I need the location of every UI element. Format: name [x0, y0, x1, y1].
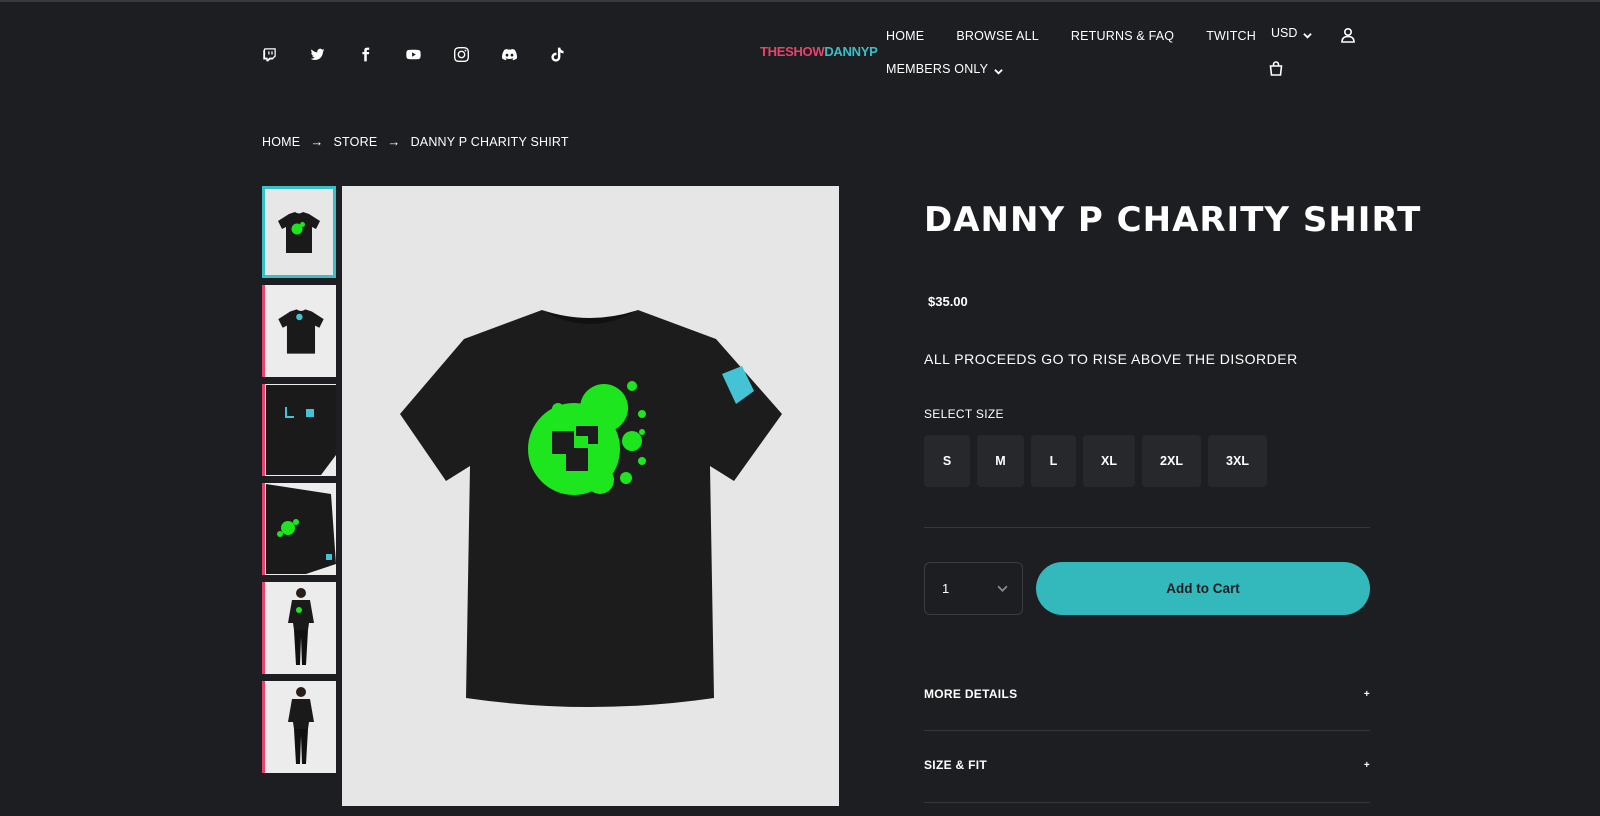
accordion-size-fit[interactable]: SIZE & FIT +	[924, 758, 1370, 772]
cart-icon[interactable]	[1268, 60, 1284, 76]
quantity-value: 1	[942, 581, 950, 596]
breadcrumb-home[interactable]: HOME	[262, 135, 300, 149]
breadcrumb-store[interactable]: STORE	[334, 135, 378, 149]
size-option-m[interactable]: M	[977, 435, 1024, 487]
quantity-select[interactable]: 1	[924, 562, 1023, 615]
social-links	[262, 44, 598, 64]
accordion-more-details[interactable]: MORE DETAILS +	[924, 687, 1370, 701]
product-title: DANNY P CHARITY SHIRT	[924, 200, 1422, 240]
thumbnail-sleeve[interactable]	[262, 384, 336, 476]
divider	[924, 730, 1370, 731]
brand-part-1: THESHOW	[760, 44, 825, 59]
plus-icon: +	[1363, 688, 1370, 700]
instagram-icon[interactable]	[454, 44, 502, 64]
brand-part-2: DANNYP	[824, 44, 878, 59]
nav-twitch[interactable]: TWITCH	[1206, 29, 1256, 43]
divider	[924, 527, 1370, 528]
product-main-image[interactable]	[342, 186, 839, 806]
tiktok-icon[interactable]	[550, 44, 598, 64]
product-description: ALL PROCEEDS GO TO RISE ABOVE THE DISORD…	[924, 351, 1298, 367]
divider	[924, 802, 1370, 803]
discord-icon[interactable]	[502, 44, 550, 64]
breadcrumb: HOME → STORE → DANNY P CHARITY SHIRT	[262, 134, 569, 149]
nav-returns-faq[interactable]: RETURNS & FAQ	[1071, 29, 1174, 43]
youtube-icon[interactable]	[406, 44, 454, 64]
thumbnail-back[interactable]	[262, 285, 336, 377]
breadcrumb-separator: →	[387, 134, 401, 149]
thumbnail-detail[interactable]	[262, 483, 336, 575]
size-option-s[interactable]: S	[924, 435, 970, 487]
breadcrumb-separator: →	[310, 134, 324, 149]
accordion-label: SIZE & FIT	[924, 758, 987, 772]
chevron-down-icon	[1303, 29, 1313, 39]
currency-label: USD	[1271, 26, 1298, 40]
facebook-icon[interactable]	[358, 44, 406, 64]
chevron-down-icon	[994, 65, 1003, 75]
nav-home[interactable]: HOME	[886, 29, 924, 43]
size-label: SELECT SIZE	[924, 407, 1004, 421]
nav-members-only[interactable]: MEMBERS ONLY	[886, 62, 1003, 76]
size-option-2xl[interactable]: 2XL	[1142, 435, 1201, 487]
size-selector: S M L XL 2XL 3XL	[924, 435, 1267, 487]
top-border	[0, 0, 1600, 2]
thumbnail-front[interactable]	[262, 186, 336, 278]
account-icon[interactable]	[1340, 27, 1356, 43]
add-to-cart-button[interactable]: Add to Cart	[1036, 562, 1370, 615]
twitch-icon[interactable]	[262, 44, 310, 64]
main-nav: HOME BROWSE ALL RETURNS & FAQ TWITCH MEM…	[886, 28, 1256, 77]
accordion-label: MORE DETAILS	[924, 687, 1018, 701]
size-option-xl[interactable]: XL	[1083, 435, 1135, 487]
size-option-l[interactable]: L	[1031, 435, 1076, 487]
shirt-graphic	[400, 310, 782, 707]
plus-icon: +	[1363, 759, 1370, 771]
size-option-3xl[interactable]: 3XL	[1208, 435, 1267, 487]
breadcrumb-current: DANNY P CHARITY SHIRT	[410, 134, 569, 149]
brand-logo[interactable]: THESHOWDANNYP	[760, 44, 878, 59]
chevron-down-icon	[997, 585, 1008, 592]
currency-selector[interactable]: USD	[1271, 26, 1313, 40]
nav-browse-all[interactable]: BROWSE ALL	[956, 29, 1039, 43]
thumbnail-model-back[interactable]	[262, 681, 336, 773]
thumbnail-gallery	[262, 186, 336, 780]
product-price: $35.00	[928, 294, 968, 309]
thumbnail-model-front[interactable]	[262, 582, 336, 674]
nav-members-only-label: MEMBERS ONLY	[886, 62, 989, 76]
twitter-icon[interactable]	[310, 44, 358, 64]
